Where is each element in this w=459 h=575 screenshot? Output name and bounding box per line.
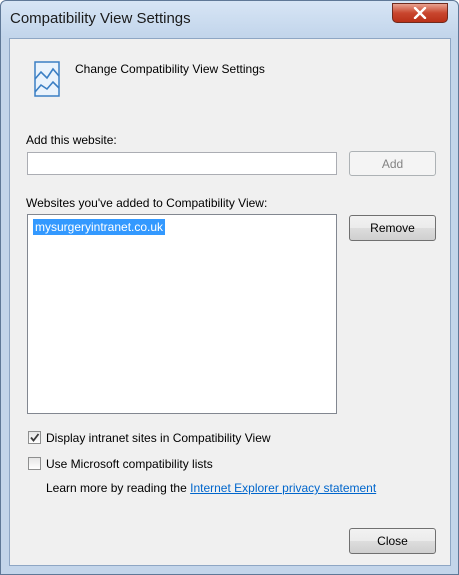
ms-compat-lists-label[interactable]: Use Microsoft compatibility lists bbox=[46, 457, 213, 471]
learn-more-text: Learn more by reading the Internet Explo… bbox=[46, 481, 376, 495]
websites-list-label: Websites you've added to Compatibility V… bbox=[26, 196, 268, 210]
close-icon bbox=[413, 7, 427, 19]
title-bar[interactable]: Compatibility View Settings bbox=[1, 1, 458, 37]
list-item[interactable]: mysurgeryintranet.co.uk bbox=[33, 219, 166, 235]
dialog-content: Change Compatibility View Settings Add t… bbox=[9, 38, 451, 566]
compatibility-view-icon bbox=[32, 59, 62, 99]
remove-button[interactable]: Remove bbox=[349, 215, 436, 241]
close-button[interactable]: Close bbox=[349, 528, 436, 554]
add-website-input[interactable] bbox=[27, 152, 337, 175]
add-website-label: Add this website: bbox=[26, 133, 117, 147]
learn-more-prefix: Learn more by reading the bbox=[46, 481, 187, 495]
ms-compat-lists-checkbox[interactable] bbox=[28, 457, 41, 470]
privacy-statement-link[interactable]: Internet Explorer privacy statement bbox=[190, 481, 376, 495]
window-title: Compatibility View Settings bbox=[10, 10, 191, 27]
add-button[interactable]: Add bbox=[349, 151, 436, 176]
checkmark-icon bbox=[30, 433, 40, 442]
intranet-checkbox[interactable] bbox=[28, 431, 41, 444]
dialog-window: Compatibility View Settings Change Compa… bbox=[0, 0, 459, 575]
header-text: Change Compatibility View Settings bbox=[75, 62, 265, 76]
intranet-checkbox-label[interactable]: Display intranet sites in Compatibility … bbox=[46, 431, 271, 445]
websites-listbox[interactable]: mysurgeryintranet.co.uk bbox=[27, 214, 337, 414]
window-close-button[interactable] bbox=[392, 3, 448, 23]
